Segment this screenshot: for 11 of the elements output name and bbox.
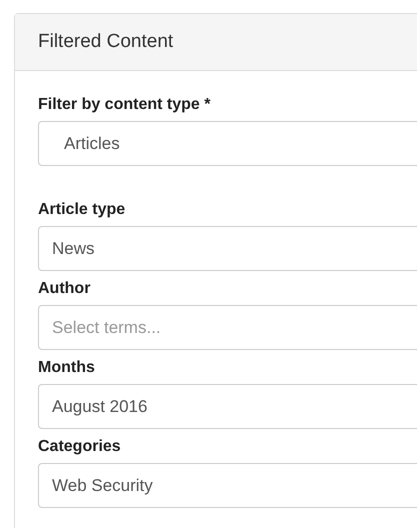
input-field[interactable]: Select terms... — [38, 305, 417, 350]
input-field[interactable]: August 2016 — [38, 384, 417, 429]
input-field[interactable]: News — [38, 226, 417, 271]
select-field[interactable]: Articles — [38, 121, 417, 166]
field-label: Filter by content type * — [38, 95, 212, 115]
panel-title: Filtered Content — [38, 31, 174, 53]
field-label: Author — [38, 279, 92, 299]
field-label: Months — [38, 358, 96, 378]
input-field[interactable]: Web Security — [38, 463, 417, 508]
field-label: Article type — [38, 200, 126, 220]
field-label: Categories — [38, 437, 122, 457]
